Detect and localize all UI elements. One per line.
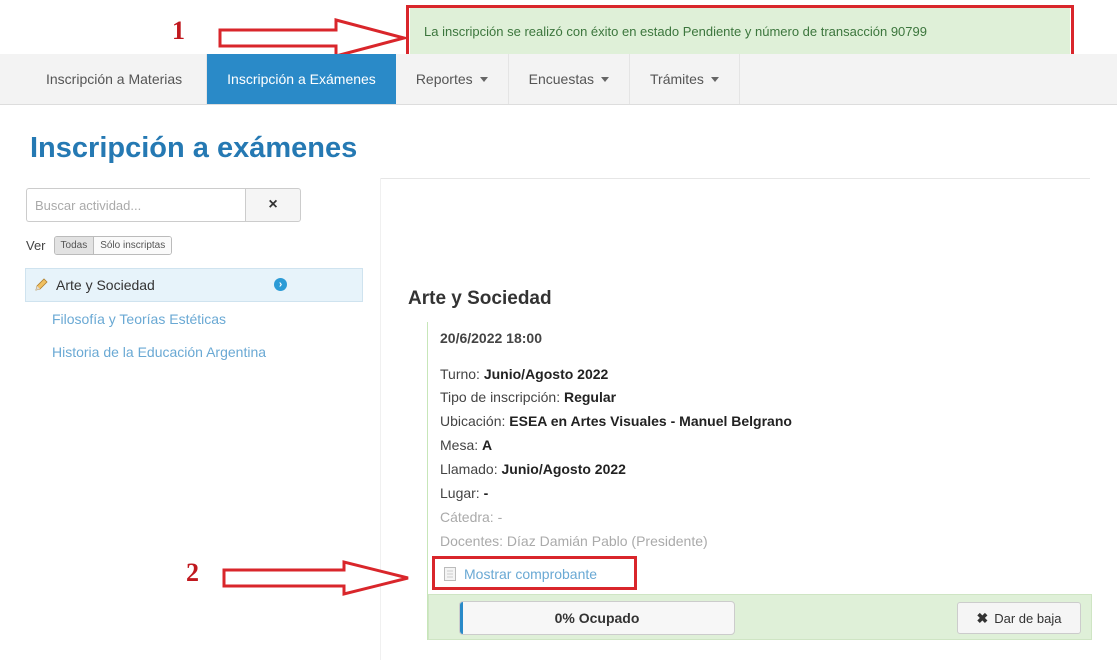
occupancy-progress: 0% Ocupado <box>459 601 735 635</box>
filter-toggle: Todas Sólo inscriptas <box>53 236 173 255</box>
drop-enrollment-button[interactable]: ✖ Dar de baja <box>957 602 1081 634</box>
occupancy-label: 0% Ocupado <box>554 610 640 626</box>
activity-search: × <box>26 188 301 222</box>
nav-reportes[interactable]: Reportes <box>396 54 509 104</box>
nav-tramites[interactable]: Trámites <box>630 54 740 104</box>
annotation-arrow-1 <box>218 18 408 58</box>
close-icon: × <box>268 196 278 213</box>
exam-datetime: 20/6/2022 18:00 <box>440 330 542 346</box>
activity-item-filosofia[interactable]: Filosofía y Teorías Estéticas <box>52 311 226 327</box>
detail-turno: Turno: Junio/Agosto 2022 <box>440 366 609 382</box>
exam-actions-bar: 0% Ocupado ✖ Dar de baja <box>428 594 1092 640</box>
annotation-box-1 <box>406 5 1074 57</box>
filter-row: Ver Todas Sólo inscriptas <box>26 236 173 255</box>
search-input[interactable] <box>26 188 245 222</box>
divider <box>380 178 1090 179</box>
clear-search-button[interactable]: × <box>245 188 301 222</box>
annotation-number-2: 2 <box>186 558 199 587</box>
exam-title: Arte y Sociedad <box>408 288 552 309</box>
detail-ubicacion: Ubicación: ESEA en Artes Visuales - Manu… <box>440 413 792 429</box>
page-title: Inscripción a exámenes <box>30 132 358 164</box>
nav-inscripcion-materias[interactable]: Inscripción a Materias <box>0 54 208 104</box>
close-icon: ✖ <box>976 609 989 626</box>
activity-item-historia-educacion[interactable]: Historia de la Educación Argentina <box>52 344 266 360</box>
nav-encuestas[interactable]: Encuestas <box>509 54 630 104</box>
annotation-box-2 <box>432 556 637 590</box>
filter-enrolled-button[interactable]: Sólo inscriptas <box>94 237 172 254</box>
detail-lugar: Lugar: - <box>440 485 489 501</box>
annotation-number-1: 1 <box>172 16 185 45</box>
nav-inscripcion-examenes[interactable]: Inscripción a Exámenes <box>207 54 396 104</box>
detail-catedra: Cátedra: - <box>440 509 503 525</box>
annotation-arrow-2 <box>222 560 409 596</box>
pencil-icon <box>35 278 48 291</box>
detail-mesa: Mesa: A <box>440 437 493 453</box>
chevron-down-icon <box>710 76 719 82</box>
detail-llamado: Llamado: Junio/Agosto 2022 <box>440 461 626 477</box>
filter-label: Ver <box>26 238 46 253</box>
detail-tipo-inscripcion: Tipo de inscripción: Regular <box>440 389 617 405</box>
main-navbar: Inscripción a Materias Inscripción a Exá… <box>0 54 1117 105</box>
chevron-down-icon <box>601 76 609 82</box>
filter-all-button[interactable]: Todas <box>54 237 95 254</box>
chevron-right-icon: › <box>274 278 287 291</box>
detail-docentes: Docentes: Díaz Damián Pablo (Presidente) <box>440 533 708 549</box>
chevron-down-icon <box>479 76 488 82</box>
activity-item-arte-y-sociedad[interactable]: Arte y Sociedad › <box>25 268 363 302</box>
exam-panel-border <box>427 322 428 640</box>
